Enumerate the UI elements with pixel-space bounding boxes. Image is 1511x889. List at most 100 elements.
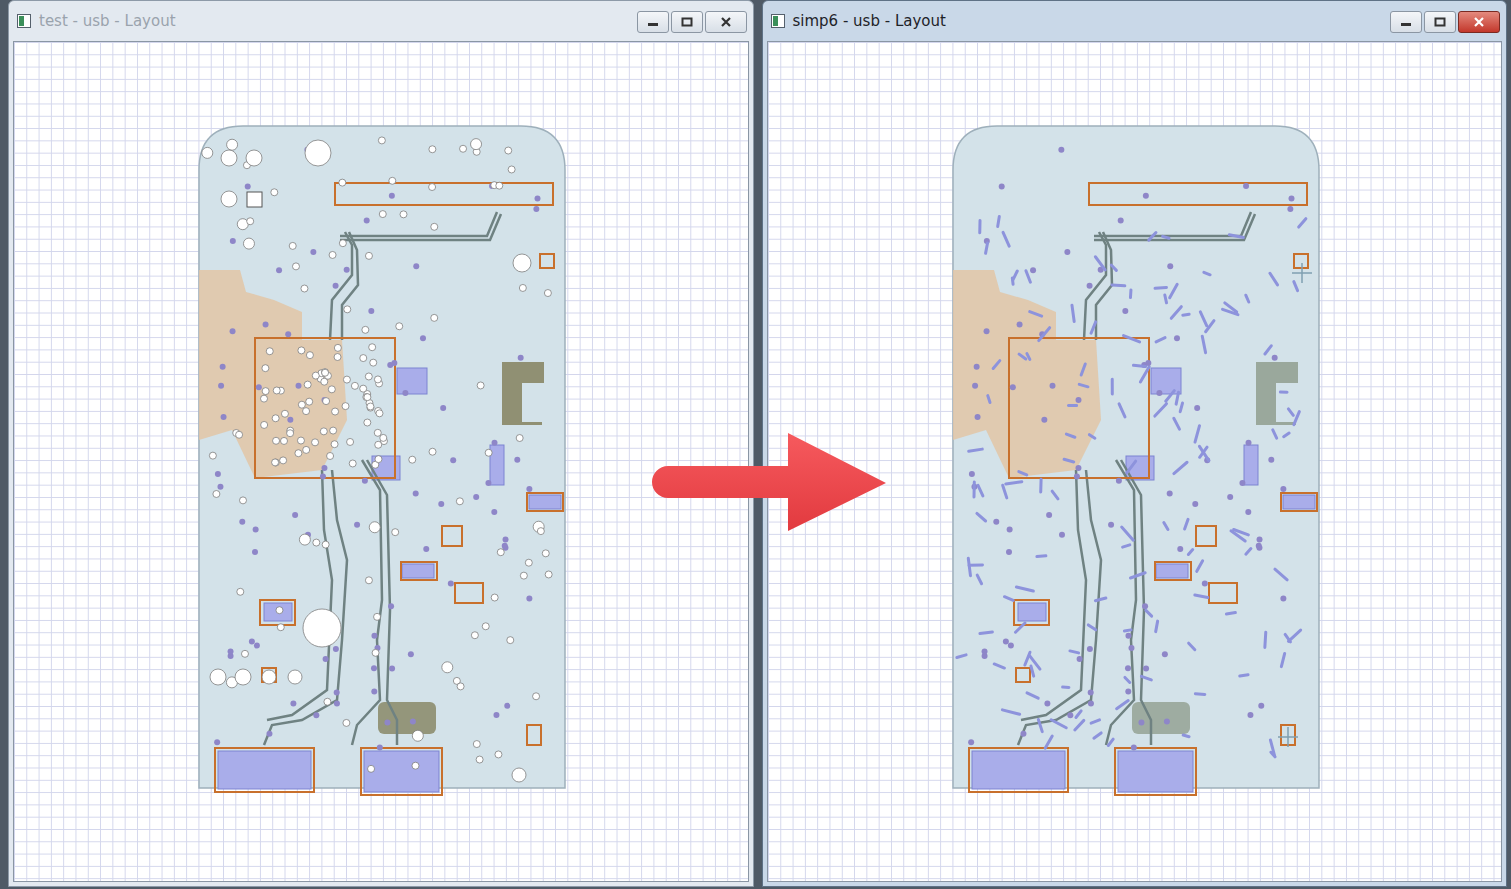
trace[interactable]	[340, 212, 497, 236]
via	[310, 249, 316, 255]
component-outline[interactable]	[455, 583, 483, 603]
component-outline[interactable]	[1089, 183, 1307, 205]
component[interactable]	[1244, 445, 1258, 485]
minimize-button[interactable]	[1390, 11, 1422, 33]
trace-segment	[1156, 338, 1165, 342]
component-outline[interactable]	[1155, 562, 1191, 580]
component-outline[interactable]	[1115, 748, 1196, 795]
drill-hole	[431, 314, 438, 321]
pcb-view[interactable]	[14, 42, 749, 882]
layout-canvas[interactable]	[767, 41, 1503, 882]
trace[interactable]	[1096, 232, 1112, 340]
trace-segment	[1195, 692, 1204, 696]
drill-hole	[360, 385, 367, 392]
title-bar[interactable]: simp6 - usb - Layout	[767, 1, 1503, 41]
via	[218, 383, 224, 389]
via	[1288, 195, 1294, 201]
via	[221, 414, 227, 420]
pcb-view[interactable]	[768, 42, 1503, 882]
component[interactable]	[218, 751, 311, 789]
via	[362, 478, 368, 484]
component[interactable]	[264, 603, 292, 621]
layout-canvas[interactable]	[13, 41, 749, 882]
drill-hole	[519, 284, 526, 291]
drill-hole	[429, 448, 436, 455]
via	[1115, 478, 1121, 484]
title-bar[interactable]: test - usb - Layout	[13, 1, 749, 41]
trace-segment	[1111, 265, 1116, 270]
component-outline[interactable]	[1016, 668, 1030, 682]
layout-window[interactable]: simp6 - usb - Layout	[762, 0, 1508, 887]
trace[interactable]	[1018, 470, 1101, 745]
component[interactable]	[1151, 368, 1181, 394]
component-outline[interactable]	[1196, 526, 1216, 546]
via	[981, 648, 987, 654]
trace-segment	[1081, 364, 1085, 375]
component-outline[interactable]	[215, 748, 314, 792]
component-outline[interactable]	[527, 725, 541, 745]
component-outline[interactable]	[1009, 338, 1149, 478]
minimize-button[interactable]	[637, 11, 669, 33]
component[interactable]	[972, 751, 1065, 789]
drill-hole	[246, 150, 262, 166]
maximize-button[interactable]	[1424, 11, 1456, 33]
component-outline[interactable]	[442, 526, 462, 546]
component[interactable]	[402, 564, 434, 578]
trace[interactable]	[1094, 212, 1251, 236]
component[interactable]	[1118, 751, 1193, 792]
via	[491, 509, 497, 515]
trace[interactable]	[352, 460, 382, 745]
trace[interactable]	[1094, 214, 1255, 240]
trace[interactable]	[342, 232, 358, 340]
component-outline[interactable]	[401, 562, 437, 580]
trace[interactable]	[340, 214, 501, 240]
component-outline[interactable]	[1281, 493, 1317, 511]
component-outline[interactable]	[1014, 600, 1049, 625]
component-outline[interactable]	[527, 493, 563, 511]
drill-hole	[281, 437, 288, 444]
via	[423, 546, 429, 552]
component-outline[interactable]	[255, 338, 395, 478]
component[interactable]	[364, 751, 439, 792]
component[interactable]	[1018, 603, 1046, 621]
component[interactable]	[397, 368, 427, 394]
via	[1145, 360, 1151, 366]
component-outline[interactable]	[335, 183, 553, 205]
drill-hole	[313, 539, 320, 546]
via	[974, 414, 980, 420]
component[interactable]	[1156, 564, 1188, 578]
component-outline[interactable]	[969, 748, 1068, 792]
drill-hole	[533, 693, 540, 700]
trace-segment	[979, 632, 991, 634]
close-button[interactable]	[705, 11, 747, 33]
trace-segment	[1071, 305, 1073, 321]
close-button[interactable]	[1458, 11, 1500, 33]
trace-segment	[1068, 404, 1076, 407]
trace-segment	[1269, 273, 1277, 285]
trace-segment	[1140, 367, 1149, 382]
trace[interactable]	[264, 470, 347, 745]
component[interactable]	[529, 495, 561, 509]
via	[1245, 440, 1251, 446]
trace-segment	[1093, 733, 1100, 738]
via	[249, 638, 255, 644]
via	[333, 283, 339, 289]
drill-hole	[209, 452, 216, 459]
component[interactable]	[1283, 495, 1315, 509]
layout-window[interactable]: test - usb - Layout	[8, 0, 754, 887]
trace[interactable]	[1106, 460, 1136, 745]
trace[interactable]	[367, 460, 397, 745]
via	[1122, 308, 1128, 314]
drill-hole	[442, 662, 453, 673]
trace[interactable]	[1084, 232, 1106, 340]
component-outline[interactable]	[540, 254, 554, 268]
drill-hole	[380, 434, 387, 441]
maximize-button[interactable]	[671, 11, 703, 33]
via	[1075, 465, 1081, 471]
trace-segment	[1263, 632, 1267, 647]
component-outline[interactable]	[361, 748, 442, 795]
component-outline[interactable]	[1294, 254, 1308, 268]
component-outline[interactable]	[1209, 583, 1237, 603]
via	[1041, 417, 1047, 423]
component-outline[interactable]	[260, 600, 295, 625]
